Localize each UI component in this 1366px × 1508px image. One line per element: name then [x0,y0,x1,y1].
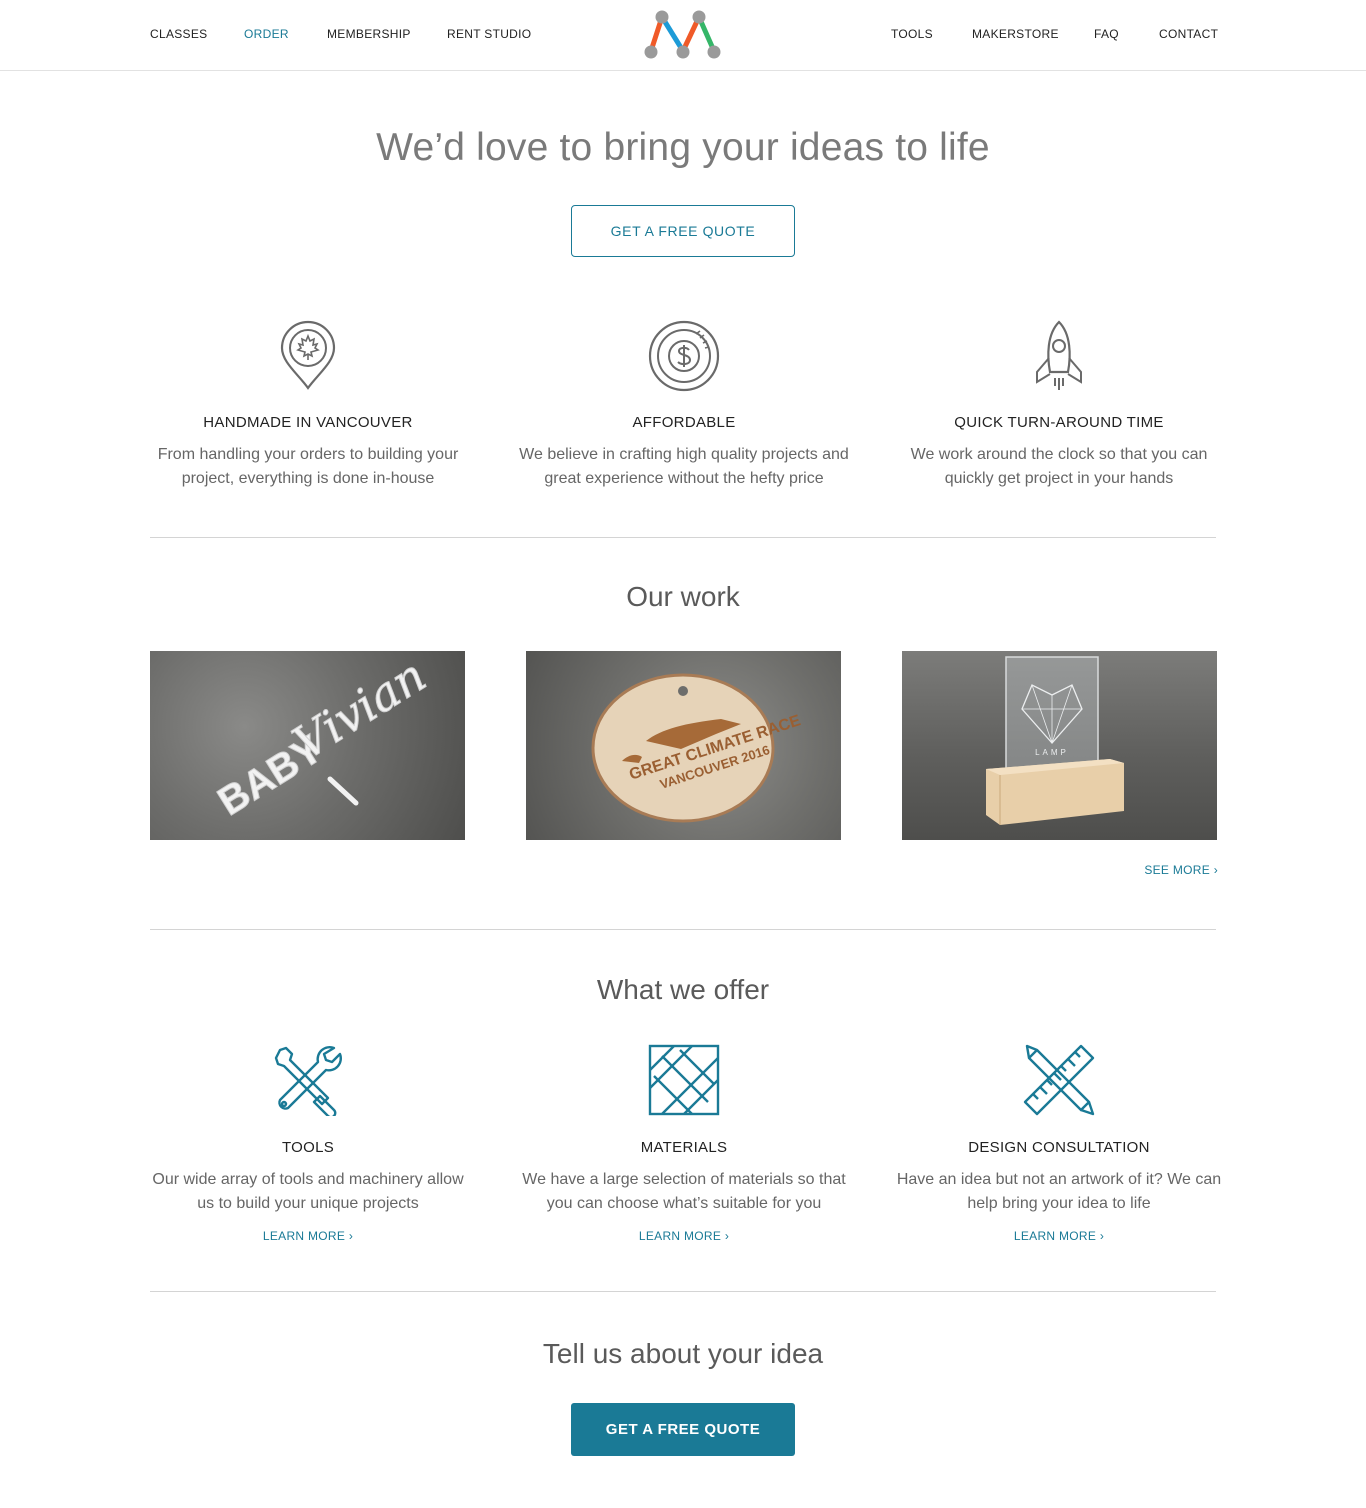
nav-makerstore[interactable]: MAKERSTORE [972,27,1059,41]
divider [150,537,1216,538]
offer-text: We have a large selection of materials s… [522,1171,846,1212]
work-image-climate-race[interactable]: GREAT CLIMATE RACE VANCOUVER 2016 [526,651,841,840]
pencil-ruler-icon [1023,1044,1095,1116]
svg-text:LAMP: LAMP [1035,748,1069,757]
dollar-coin-icon [648,320,720,392]
what-we-offer-title: What we offer [596,974,770,1005]
tools-icon [274,1046,342,1116]
offer-materials: MATERIALS We have a large selection of m… [519,1044,849,1243]
learn-more-tools-link[interactable]: LEARN MORE › [143,1229,473,1243]
feature-quick-turnaround: QUICK TURN-AROUND TIME We work around th… [894,320,1224,487]
offer-title: MATERIALS [640,1139,728,1156]
feature-affordable: AFFORDABLE We believe in crafting high q… [519,320,849,487]
cake-topper-illustration: BABY Vivian [210,651,436,825]
get-quote-bottom-button[interactable]: GET A FREE QUOTE [571,1403,795,1456]
nav-contact[interactable]: CONTACT [1159,27,1218,41]
get-quote-button[interactable]: GET A FREE QUOTE [571,205,795,257]
nav-classes[interactable]: CLASSES [150,27,207,41]
our-work-title: Our work [626,581,740,612]
feature-text: From handling your orders to building yo… [157,446,459,487]
divider [150,1291,1216,1292]
feature-text: We work around the clock so that you can… [910,446,1208,487]
nav-faq[interactable]: FAQ [1094,27,1119,41]
feature-title: HANDMADE IN VANCOUVER [203,414,413,431]
nav-order[interactable]: ORDER [244,27,289,41]
acrylic-lamp-illustration: LAMP [986,656,1124,825]
top-nav: CLASSES ORDER MEMBERSHIP RENT STUDIO TOO… [0,0,1366,71]
offer-title: TOOLS [281,1139,335,1156]
work-image-acrylic-lamp[interactable]: LAMP [902,651,1217,840]
offer-tools: TOOLS Our wide array of tools and machin… [143,1044,473,1243]
offer-text: Our wide array of tools and machinery al… [152,1171,464,1212]
learn-more-materials-link[interactable]: LEARN MORE › [519,1229,849,1243]
nav-tools[interactable]: TOOLS [891,27,933,41]
work-image-baby-topper[interactable]: BABY Vivian [150,651,465,840]
maple-leaf-pin-icon [280,320,336,390]
materials-icon [648,1044,720,1116]
nav-rent-studio[interactable]: RENT STUDIO [447,27,531,41]
see-more-link[interactable]: SEE MORE › [1125,863,1218,877]
offer-title: DESIGN CONSULTATION [968,1139,1150,1156]
offer-text: Have an idea but not an artwork of it? W… [896,1171,1222,1212]
feature-title: QUICK TURN-AROUND TIME [954,414,1164,431]
offer-design-consultation: DESIGN CONSULTATION Have an idea but not… [894,1044,1224,1243]
feature-title: AFFORDABLE [632,414,736,431]
wood-medal-illustration: GREAT CLIMATE RACE VANCOUVER 2016 [591,673,803,823]
divider [150,929,1216,930]
feature-handmade: HANDMADE IN VANCOUVER From handling your… [143,320,473,487]
nav-membership[interactable]: MEMBERSHIP [327,27,411,41]
hero-title: We’d love to bring your ideas to life [376,126,990,169]
feature-text: We believe in crafting high quality proj… [519,446,849,487]
logo-icon[interactable] [641,10,725,60]
learn-more-design-link[interactable]: LEARN MORE › [894,1229,1224,1243]
rocket-icon [1036,320,1082,390]
tell-us-title: Tell us about your idea [542,1338,824,1369]
svg-text:Vivian: Vivian [284,651,435,771]
